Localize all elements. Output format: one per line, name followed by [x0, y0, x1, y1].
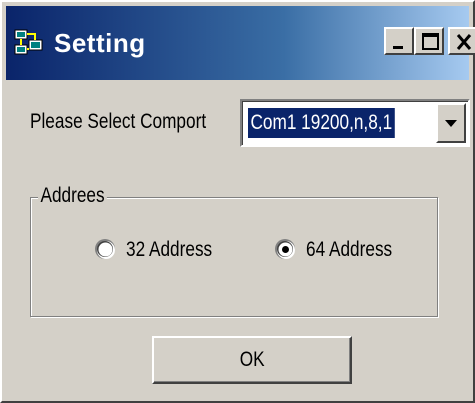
address-group-label: Addrees	[38, 184, 108, 208]
chevron-down-icon	[445, 120, 457, 127]
close-icon	[456, 34, 472, 50]
comport-dropdown-button[interactable]	[436, 103, 466, 143]
app-settings-icon	[14, 28, 44, 58]
ok-button[interactable]: OK	[152, 336, 352, 384]
radio-checked-icon	[275, 239, 295, 259]
radio-32-label: 32 Address	[126, 238, 213, 261]
radio-64-label: 64 Address	[306, 238, 393, 261]
ok-button-label: OK	[239, 348, 265, 371]
maximize-icon	[422, 33, 439, 50]
maximize-button[interactable]	[414, 27, 444, 55]
minimize-icon	[393, 46, 403, 49]
window-title: Setting	[54, 28, 146, 58]
radio-64-address[interactable]: 64 Address	[274, 236, 424, 264]
comport-selected-value: Com1 19200,n,8,1	[248, 108, 395, 138]
minimize-button[interactable]	[384, 27, 414, 55]
comport-label: Please Select Comport	[30, 110, 207, 133]
comport-select[interactable]: Com1 19200,n,8,1	[240, 99, 470, 147]
radio-32-address[interactable]: 32 Address	[94, 236, 244, 264]
setting-dialog: Setting Please Select Comport Com1 19200…	[0, 0, 475, 403]
radio-unchecked-icon	[95, 239, 115, 259]
title-bar[interactable]: Setting	[6, 6, 475, 80]
close-button[interactable]	[448, 27, 475, 55]
